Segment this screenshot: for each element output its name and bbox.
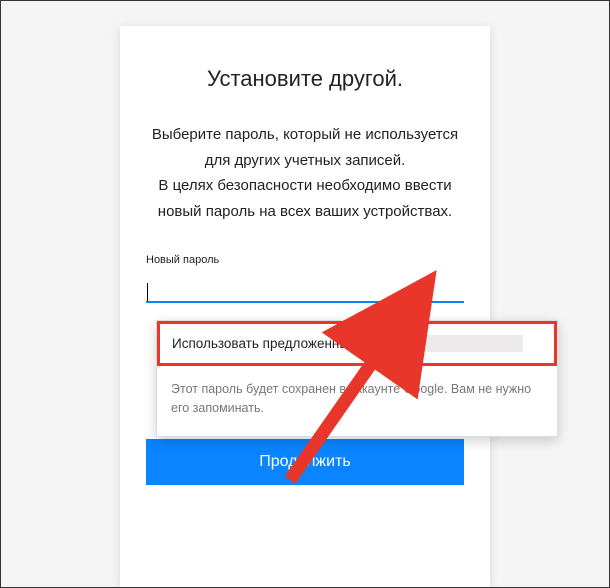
new-password-input[interactable] [146,274,464,303]
page-title: Установите другой. [146,66,464,92]
continue-button[interactable]: Продолжить [146,439,464,485]
new-password-label: Новый пароль [146,254,464,266]
password-suggestion-popup: Использовать предложенный пароль Этот па… [156,320,558,437]
use-suggested-password-option[interactable]: Использовать предложенный пароль [157,321,557,366]
use-suggested-password-label: Использовать предложенный пароль [172,336,405,351]
password-reset-card: Установите другой. Выберите пароль, кото… [120,26,490,587]
page-description: Выберите пароль, который не используется… [146,122,464,224]
suggestion-note: Этот пароль будет сохранен в аккаунте Go… [157,366,557,436]
text-caret [147,283,148,301]
desc-line-1: Выберите пароль, который не используется… [152,126,458,220]
suggested-password-value-blurred [415,335,523,352]
